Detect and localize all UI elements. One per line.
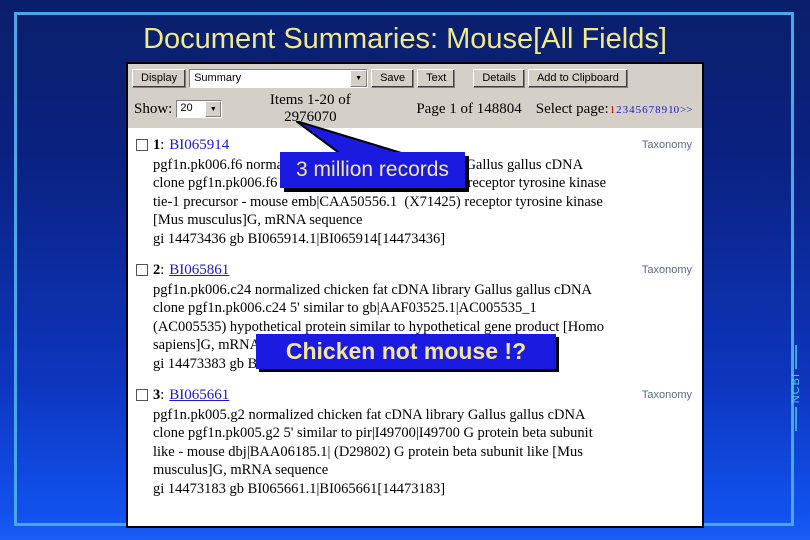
text-button[interactable]: Text bbox=[417, 68, 456, 88]
page-link-6[interactable]: 6 bbox=[642, 104, 648, 116]
ncbi-brand-tag: NCBI bbox=[785, 338, 807, 438]
details-button[interactable]: Details bbox=[473, 68, 525, 88]
record-separator: : bbox=[160, 137, 165, 153]
taxonomy-link[interactable]: Taxonomy bbox=[642, 386, 694, 405]
add-to-clipboard-button[interactable]: Add to Clipboard bbox=[527, 68, 628, 88]
record-accession-link[interactable]: BI065661 bbox=[169, 386, 229, 405]
record-accession-link[interactable]: BI065861 bbox=[169, 261, 229, 280]
display-format-value: Summary bbox=[194, 71, 242, 84]
page-of-label: Page 1 of 148804 bbox=[416, 100, 522, 117]
page-link-3[interactable]: 3 bbox=[623, 104, 629, 116]
select-page-label: Select page: bbox=[535, 100, 609, 117]
page-link-8[interactable]: 8 bbox=[655, 104, 661, 116]
page-link-2[interactable]: 2 bbox=[616, 104, 622, 116]
show-label: Show: bbox=[134, 100, 173, 117]
page-link-7[interactable]: 7 bbox=[649, 104, 655, 116]
items-count-line1: Items 1-20 of bbox=[269, 92, 351, 108]
items-count-line2: 2976070 bbox=[284, 109, 337, 125]
page-link-1[interactable]: 1 bbox=[610, 104, 616, 116]
display-format-select[interactable]: Summary ▼ bbox=[189, 68, 369, 88]
slide-canvas: Document Summaries: Mouse[All Fields] NC… bbox=[0, 0, 810, 540]
items-count: Items 1-20 of 2976070 bbox=[240, 92, 380, 126]
tag-tick-bottom bbox=[795, 407, 797, 432]
record-separator: : bbox=[160, 387, 165, 403]
taxonomy-link[interactable]: Taxonomy bbox=[642, 136, 694, 155]
page-link-5[interactable]: 5 bbox=[636, 104, 642, 116]
record-header: 2: BI065861 Taxonomy bbox=[136, 261, 694, 280]
record-number: 1 bbox=[153, 137, 161, 153]
record-checkbox[interactable] bbox=[136, 139, 148, 152]
show-count-select[interactable]: 20 ▼ bbox=[176, 100, 223, 118]
chevron-down-icon[interactable]: ▼ bbox=[205, 101, 222, 117]
ncbi-label: NCBI bbox=[790, 372, 802, 404]
page-link-9[interactable]: 9 bbox=[662, 104, 668, 116]
pager-row: Show: 20 ▼ Items 1-20 of 2976070 Page 1 … bbox=[128, 90, 702, 128]
show-count-value: 20 bbox=[180, 102, 193, 114]
toolbar-area: Display Summary ▼ Save Text Details Add … bbox=[128, 64, 702, 128]
tag-tick-top bbox=[795, 344, 797, 369]
page-link-10[interactable]: 10 bbox=[668, 104, 679, 116]
record-number: 2 bbox=[153, 262, 161, 278]
record-separator: : bbox=[160, 262, 165, 278]
record-checkbox[interactable] bbox=[136, 264, 148, 277]
taxonomy-link[interactable]: Taxonomy bbox=[642, 261, 694, 280]
record-checkbox[interactable] bbox=[136, 389, 148, 402]
display-button[interactable]: Display bbox=[132, 68, 187, 88]
save-button[interactable]: Save bbox=[371, 68, 415, 88]
select-page-group: Select page: 1 2 3 4 5 6 7 8 9 10 >> bbox=[536, 101, 693, 118]
result-record: 3: BI065661 Taxonomy pgf1n.pk005.g2 normali… bbox=[136, 386, 694, 498]
callout-chicken-not-mouse: Chicken not mouse !? bbox=[256, 334, 556, 369]
record-accession-link[interactable]: BI065914 bbox=[169, 136, 229, 155]
toolbar-row: Display Summary ▼ Save Text Details Add … bbox=[128, 64, 702, 90]
record-summary-text: pgf1n.pk005.g2 normalized chicken fat cD… bbox=[153, 406, 593, 497]
record-header: 3: BI065661 Taxonomy bbox=[136, 386, 694, 405]
record-number: 3 bbox=[153, 387, 161, 403]
entrez-results-panel: Display Summary ▼ Save Text Details Add … bbox=[126, 62, 704, 528]
page-title: Document Summaries: Mouse[All Fields] bbox=[143, 23, 667, 55]
page-number-links[interactable]: 1 2 3 4 5 6 7 8 9 10 >> bbox=[610, 104, 693, 116]
page-link-next[interactable]: >> bbox=[680, 104, 692, 116]
callout-three-million-records: 3 million records bbox=[280, 152, 465, 188]
page-link-4[interactable]: 4 bbox=[629, 104, 635, 116]
chevron-down-icon[interactable]: ▼ bbox=[350, 69, 368, 87]
